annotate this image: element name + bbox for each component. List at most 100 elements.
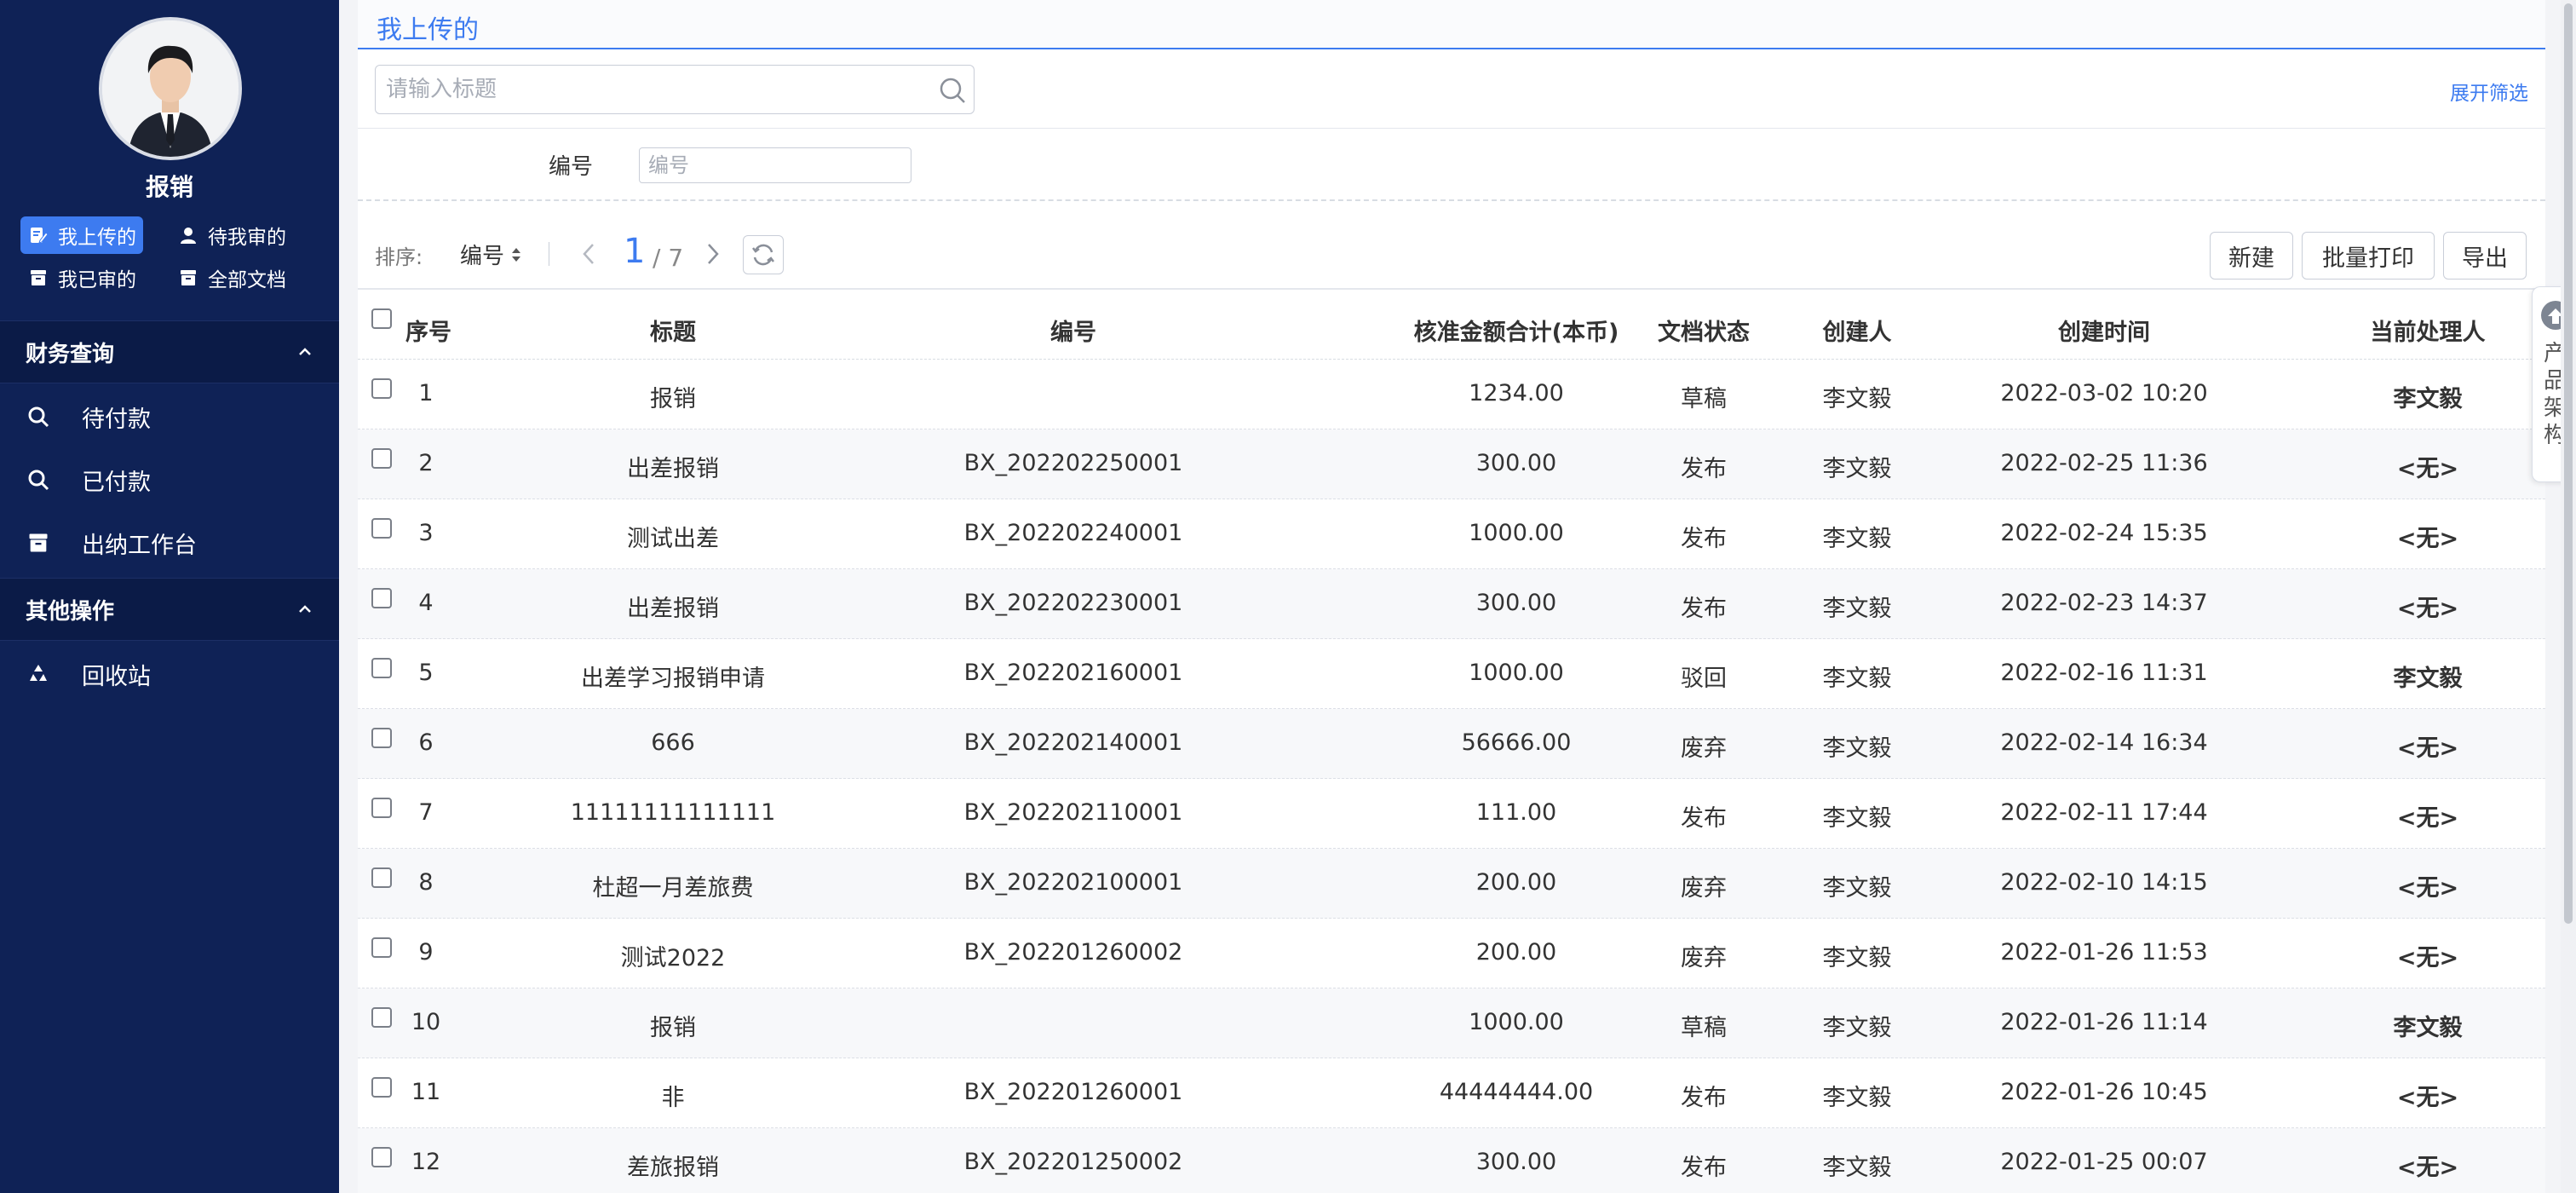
menu-item-pending-payment[interactable]: 待付款 (0, 385, 339, 448)
table-row[interactable]: 7 11111111111111 BX_202202110001 111.00 发布 李文… (358, 779, 2545, 849)
cell-title[interactable]: 11111111111111 (528, 799, 818, 826)
cell-created-time: 2022-02-16 11:31 (2000, 660, 2208, 686)
cell-title[interactable]: 报销 (528, 1009, 818, 1042)
cell-status: 发布 (1681, 456, 1727, 482)
table-header: 序号 标题 编号 核准金额合计(本币) 文档状态 创建人 创建时间 当前处理人 (358, 288, 2545, 360)
refresh-button[interactable] (743, 235, 784, 274)
menu-item-recycle-bin[interactable]: 回收站 (0, 643, 339, 706)
column-header-handler[interactable]: 当前处理人 (2334, 314, 2521, 347)
avatar[interactable] (99, 17, 242, 160)
cell-creator: 李文毅 (1822, 805, 1892, 832)
row-checkbox[interactable] (371, 937, 392, 958)
cell-created-time: 2022-02-10 14:15 (2000, 869, 2208, 896)
cell-number: BX_202202160001 (963, 660, 1183, 686)
cell-creator: 李文毅 (1822, 526, 1892, 552)
cell-title[interactable]: 非 (528, 1079, 818, 1112)
column-header-created-time[interactable]: 创建时间 (1925, 314, 2283, 347)
sort-label: 排序: (375, 245, 423, 269)
scrollbar-thumb[interactable] (2564, 3, 2573, 924)
table-row[interactable]: 11 非 BX_202201260001 44444444.00 发布 李文毅 2022-0… (358, 1058, 2545, 1128)
search-icon[interactable] (938, 76, 967, 105)
cell-creator: 李文毅 (1822, 386, 1892, 412)
cell-status: 草稿 (1681, 1015, 1727, 1041)
table-row[interactable]: 5 出差学习报销申请 BX_202202160001 1000.00 驳回 李文毅 2022… (358, 639, 2545, 709)
cell-title[interactable]: 报销 (528, 380, 818, 413)
quick-link-label: 我已审的 (58, 269, 136, 291)
table-row[interactable]: 2 出差报销 BX_202202250001 300.00 发布 李文毅 2022-02-2… (358, 429, 2545, 499)
row-checkbox[interactable] (371, 1077, 392, 1098)
row-checkbox[interactable] (371, 448, 392, 469)
menu-item-paid[interactable]: 已付款 (0, 448, 339, 511)
column-header-seq[interactable]: 序号 (405, 314, 451, 347)
quick-link-my-uploads[interactable]: 我上传的 (20, 216, 143, 254)
table-row[interactable]: 1 报销 1234.00 草稿 李文毅 2022-03-02 10:20 李文毅 (358, 360, 2545, 429)
table-row[interactable]: 3 测试出差 BX_202202240001 1000.00 发布 李文毅 2022-02-… (358, 499, 2545, 569)
next-page-button[interactable] (700, 239, 726, 269)
row-checkbox[interactable] (371, 658, 392, 678)
row-checkbox[interactable] (371, 867, 392, 888)
batch-print-button[interactable]: 批量打印 (2302, 232, 2435, 280)
cell-title[interactable]: 出差学习报销申请 (528, 660, 818, 693)
table-row[interactable]: 9 测试2022 BX_202201260002 200.00 废弃 李文毅 2022-01… (358, 919, 2545, 988)
column-header-number[interactable]: 编号 (886, 314, 1261, 347)
table-row[interactable]: 8 杜超一月差旅费 BX_202202100001 200.00 废弃 李文毅 2022-0… (358, 849, 2545, 919)
quick-link-pending-review[interactable]: 待我审的 (170, 216, 293, 254)
row-checkbox[interactable] (371, 1147, 392, 1167)
cell-number: BX_202202110001 (963, 799, 1183, 826)
row-checkbox[interactable] (371, 728, 392, 748)
cell-status: 发布 (1681, 805, 1727, 832)
number-filter-input[interactable] (639, 147, 911, 183)
cell-title[interactable]: 出差报销 (528, 590, 818, 623)
cell-title[interactable]: 666 (528, 729, 818, 756)
cell-title[interactable]: 测试出差 (528, 520, 818, 553)
table-row[interactable]: 12 差旅报销 BX_202201250002 300.00 发布 李文毅 2022-01-… (358, 1128, 2545, 1193)
menu-item-label: 出纳工作台 (82, 532, 197, 559)
cell-handler: <无> (2396, 875, 2459, 902)
sort-value: 编号 (460, 244, 505, 269)
row-checkbox[interactable] (371, 378, 392, 399)
table-row[interactable]: 10 报销 1000.00 草稿 李文毅 2022-01-26 11:14 李文毅 (358, 988, 2545, 1058)
search-input[interactable] (386, 72, 914, 107)
cell-title[interactable]: 测试2022 (528, 939, 818, 972)
table-row[interactable]: 6 666 BX_202202140001 56666.00 废弃 李文毅 2022-02-… (358, 709, 2545, 779)
sort-select[interactable]: 编号 (460, 239, 523, 270)
cell-status: 废弃 (1681, 735, 1727, 762)
column-header-status[interactable]: 文档状态 (1619, 314, 1789, 347)
cell-title[interactable]: 差旅报销 (528, 1149, 818, 1182)
cell-seq: 10 (411, 1009, 441, 1035)
select-all-checkbox[interactable] (371, 308, 392, 329)
quick-link-reviewed[interactable]: 我已审的 (20, 259, 143, 297)
cell-seq: 7 (418, 799, 434, 826)
cell-title[interactable]: 杜超一月差旅费 (528, 869, 818, 902)
group-header-other-ops[interactable]: 其他操作 (0, 578, 339, 641)
chevron-up-icon (299, 605, 311, 613)
expand-filter-link[interactable]: 展开筛选 (2450, 77, 2528, 106)
cell-number: BX_202201260001 (963, 1079, 1183, 1105)
group-header-finance-query[interactable]: 财务查询 (0, 320, 339, 383)
column-header-creator[interactable]: 创建人 (1789, 314, 1925, 347)
row-checkbox[interactable] (371, 1007, 392, 1028)
quick-link-all-docs[interactable]: 全部文档 (170, 259, 293, 297)
cell-handler: <无> (2396, 805, 2459, 832)
new-button[interactable]: 新建 (2210, 232, 2293, 280)
row-checkbox[interactable] (371, 588, 392, 608)
cell-number: BX_202202140001 (963, 729, 1183, 756)
row-checkbox[interactable] (371, 518, 392, 539)
cell-creator: 李文毅 (1822, 666, 1892, 692)
menu-item-cashier-workbench[interactable]: 出纳工作台 (0, 511, 339, 574)
cell-creator: 李文毅 (1822, 735, 1892, 762)
cell-creator: 李文毅 (1822, 456, 1892, 482)
prev-page-button[interactable] (576, 239, 601, 269)
cell-seq: 5 (418, 660, 434, 686)
scrollbar[interactable] (2561, 0, 2576, 1193)
cell-created-time: 2022-02-25 11:36 (2000, 450, 2208, 476)
sort-caret-icon (512, 247, 521, 262)
column-header-title[interactable]: 标题 (528, 314, 818, 347)
table-row[interactable]: 4 出差报销 BX_202202230001 300.00 发布 李文毅 2022-02-2… (358, 569, 2545, 639)
cell-status: 发布 (1681, 1155, 1727, 1181)
cell-title[interactable]: 出差报销 (528, 450, 818, 483)
row-checkbox[interactable] (371, 798, 392, 818)
table-body: 1 报销 1234.00 草稿 李文毅 2022-03-02 10:20 李文毅 2 出差报销 B… (358, 360, 2545, 1193)
export-button[interactable]: 导出 (2443, 232, 2527, 280)
cell-seq: 11 (411, 1079, 441, 1105)
